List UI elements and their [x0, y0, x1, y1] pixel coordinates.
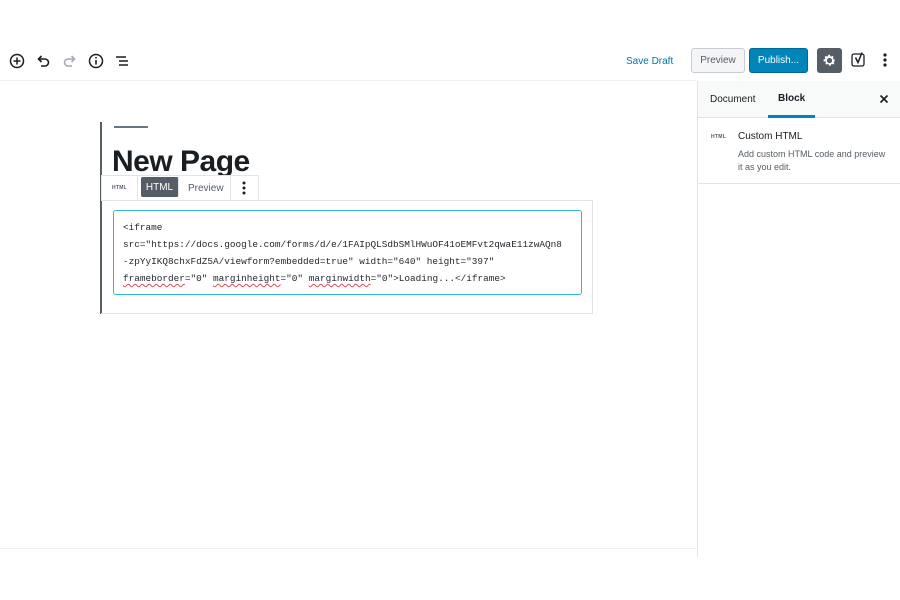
undo-icon[interactable] — [33, 51, 53, 71]
title-separator — [114, 126, 148, 128]
block-info-card: HTML Custom HTML Add custom HTML code an… — [698, 118, 900, 184]
page-title[interactable]: New Page — [112, 145, 250, 179]
footer-divider — [0, 548, 697, 549]
info-icon[interactable] — [86, 51, 106, 71]
html-block-type-icon[interactable]: HTML — [102, 176, 138, 200]
block-card-description: Add custom HTML code and preview it as y… — [738, 149, 886, 172]
save-draft-button[interactable]: Save Draft — [618, 48, 681, 74]
html-code-textarea[interactable]: <iframe src="https://docs.google.com/for… — [113, 210, 582, 295]
code-line: <iframe — [123, 222, 163, 233]
more-menu-button[interactable] — [877, 50, 893, 70]
code-line: src="https://docs.google.com/forms/d/e/1… — [123, 239, 562, 250]
publish-button[interactable]: Publish... — [749, 48, 808, 73]
code-fragment: ="0" — [184, 273, 214, 284]
block-toolbar: HTML HTML Preview — [101, 175, 259, 201]
more-vertical-icon — [883, 53, 887, 67]
html-block-icon: HTML — [711, 134, 727, 140]
code-line: -zpYyIKQ8chxFdZ5A/viewform?embedded=true… — [123, 256, 495, 267]
tab-block[interactable]: Block — [768, 81, 816, 118]
close-icon — [879, 94, 889, 104]
tab-html[interactable]: HTML — [141, 177, 179, 197]
tab-preview[interactable]: Preview — [182, 176, 231, 200]
sidebar-tabs: Document Block — [698, 81, 900, 118]
block-card-title: Custom HTML — [738, 131, 803, 142]
settings-sidebar: Document Block HTML Custom HTML Add cust… — [697, 81, 900, 557]
code-fragment: ="0">Loading...</iframe> — [370, 273, 506, 284]
yoast-icon — [851, 52, 865, 67]
add-block-icon[interactable] — [7, 51, 27, 71]
spellcheck-word: marginheight — [213, 273, 281, 284]
yoast-seo-button[interactable] — [850, 50, 868, 70]
more-vertical-icon — [242, 181, 246, 195]
code-line: frameborder="0" marginheight="0" marginw… — [123, 273, 506, 284]
spellcheck-word: marginwidth — [308, 273, 371, 284]
preview-button[interactable]: Preview — [691, 48, 745, 73]
block-more-options-button[interactable] — [231, 176, 258, 200]
editor-canvas — [0, 81, 697, 549]
code-fragment: ="0" — [280, 273, 309, 284]
settings-button[interactable] — [817, 48, 842, 73]
block-navigation-icon[interactable] — [112, 51, 132, 71]
close-sidebar-button[interactable] — [877, 91, 891, 107]
gear-icon — [823, 54, 836, 66]
redo-icon[interactable] — [60, 51, 80, 71]
spellcheck-word: frameborder — [123, 273, 185, 284]
tab-document[interactable]: Document — [710, 81, 756, 118]
